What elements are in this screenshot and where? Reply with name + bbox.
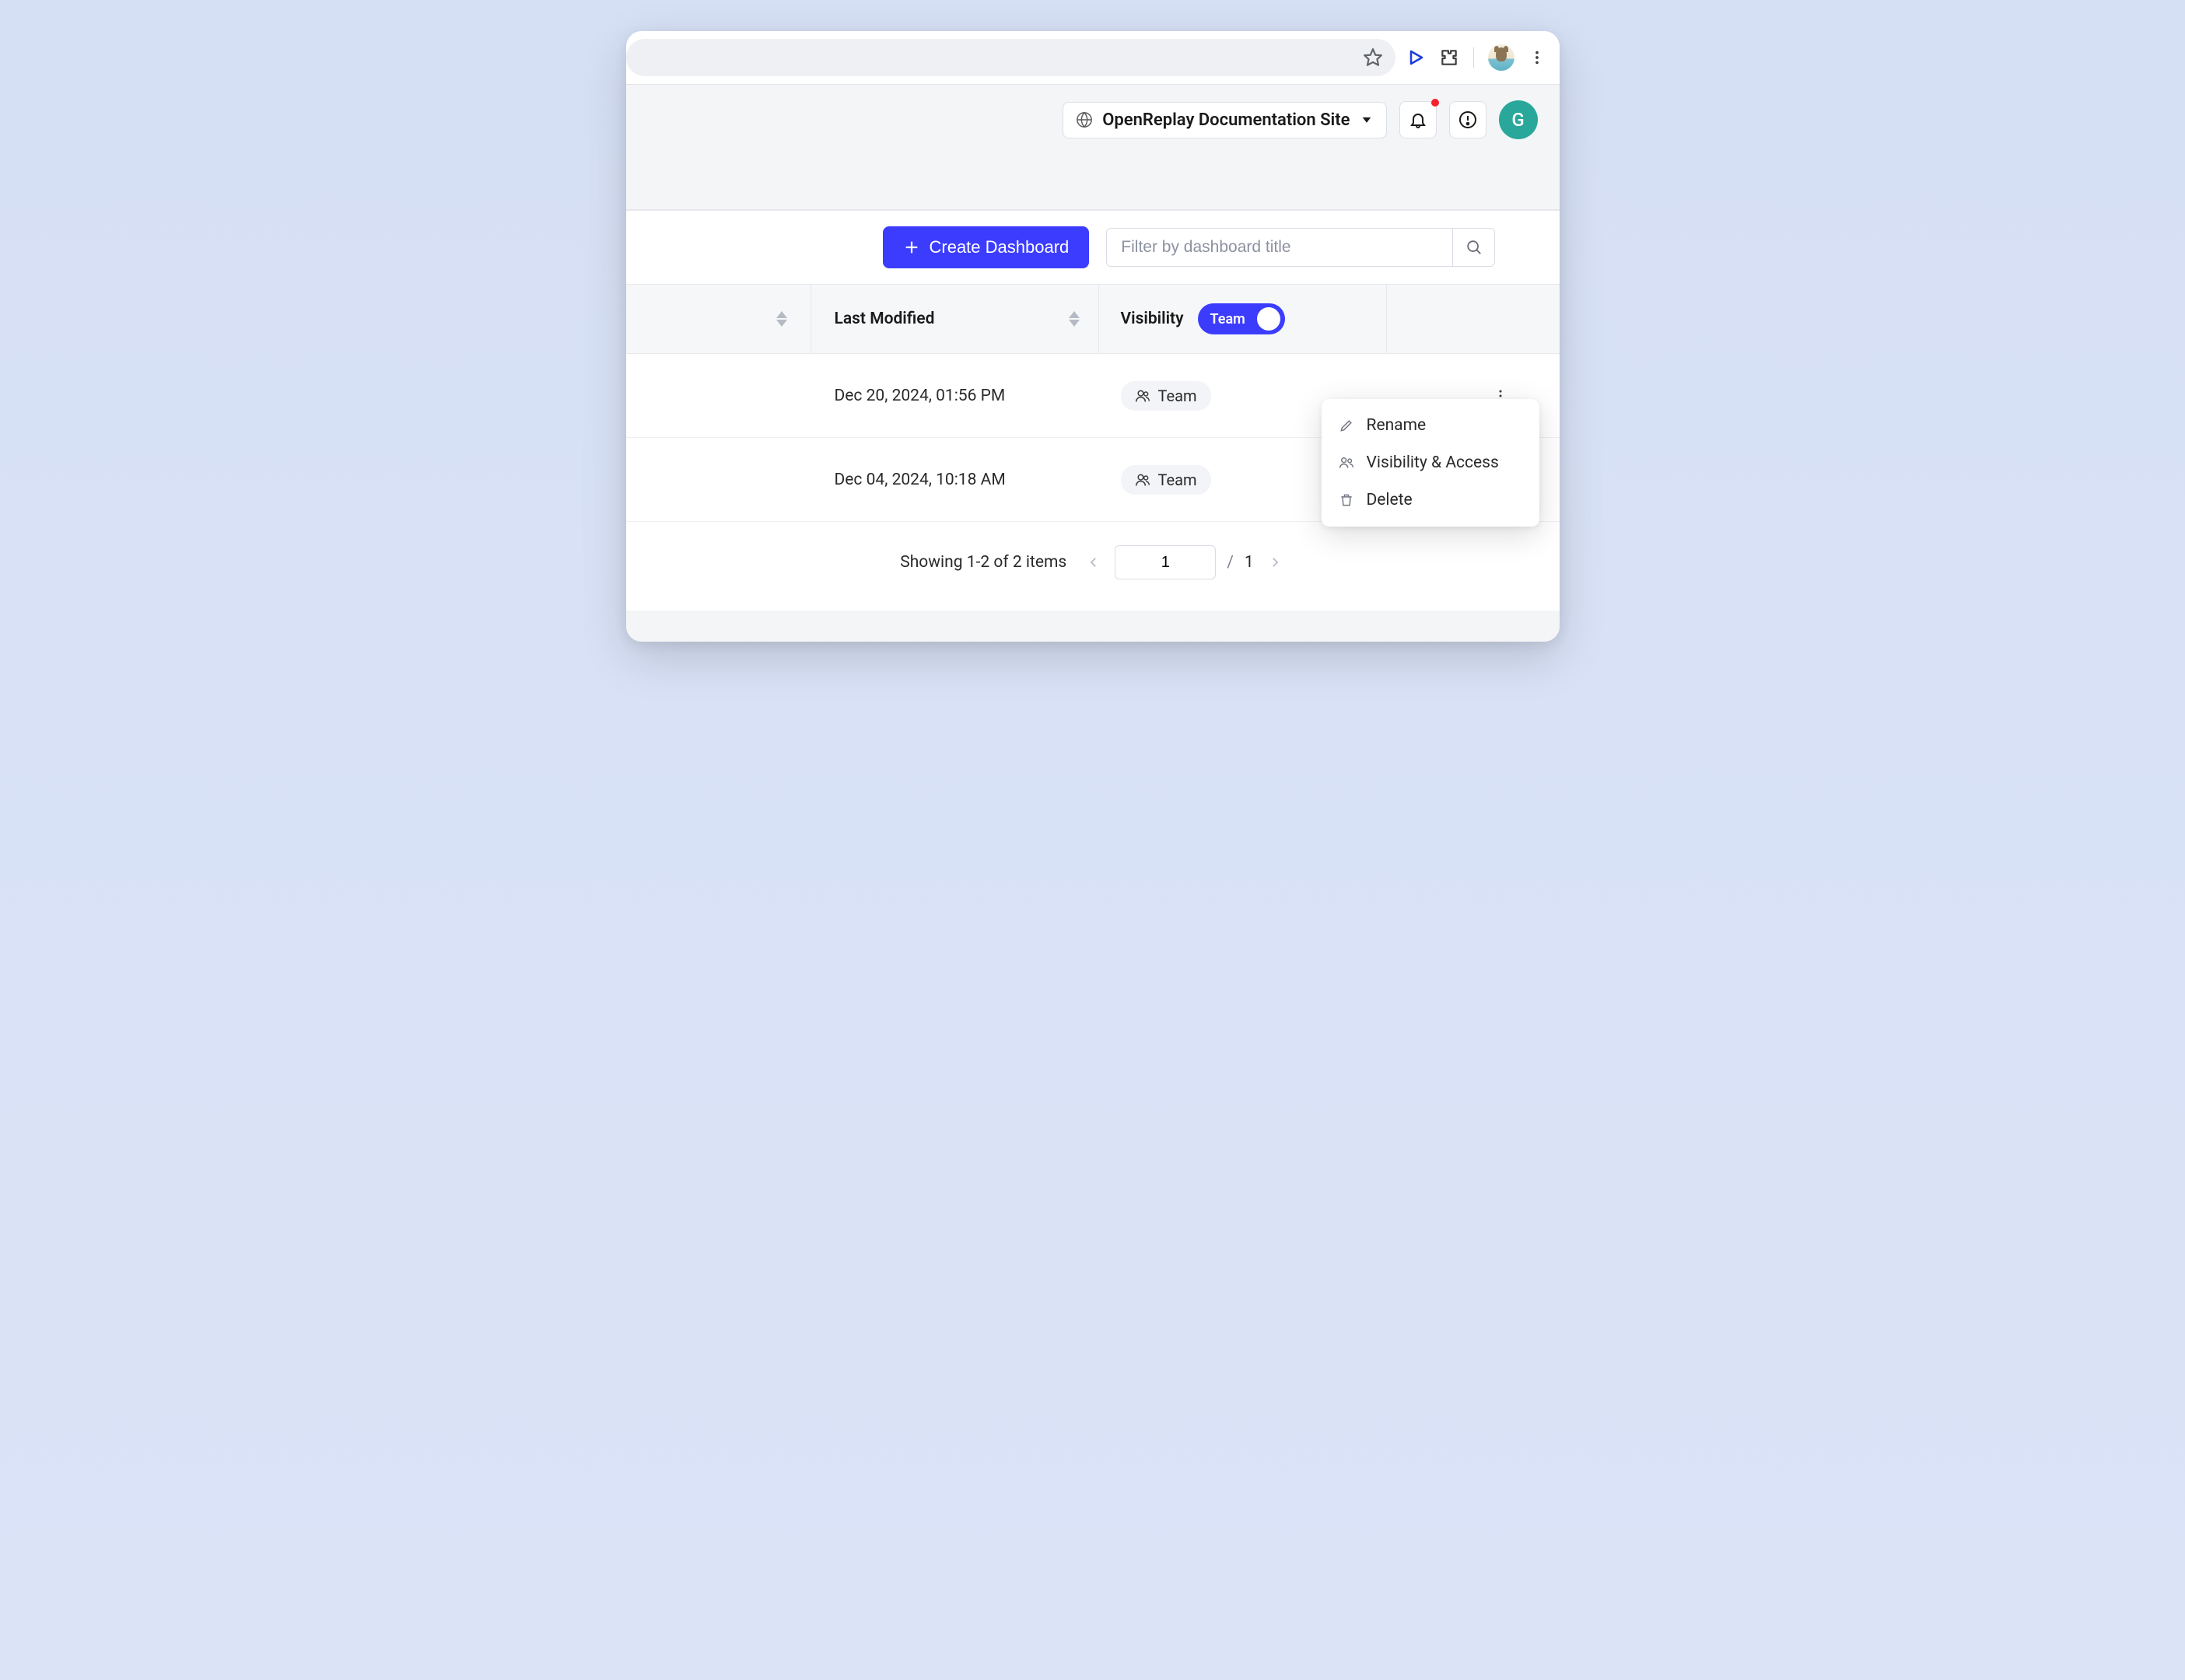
column-visibility: Visibility Team xyxy=(1099,285,1387,353)
browser-chrome xyxy=(626,31,1560,84)
pagination-summary: Showing 1-2 of 2 items xyxy=(900,553,1066,572)
plus-icon xyxy=(903,239,920,256)
column-last-modified-label: Last Modified xyxy=(835,310,935,328)
create-dashboard-label: Create Dashboard xyxy=(930,237,1070,257)
visibility-toggle[interactable]: Team xyxy=(1198,303,1285,334)
page-separator: / xyxy=(1227,553,1234,572)
visibility-badge: Team xyxy=(1121,465,1211,495)
help-button[interactable] xyxy=(1449,101,1486,138)
menu-visibility-label: Visibility & Access xyxy=(1367,453,1499,472)
omnibox[interactable] xyxy=(626,39,1395,76)
app-window: OpenReplay Documentation Site G xyxy=(626,31,1560,642)
page-prev-button[interactable] xyxy=(1084,552,1104,572)
search-input[interactable] xyxy=(1107,229,1452,266)
menu-delete-label: Delete xyxy=(1367,491,1413,509)
avatar-initial: G xyxy=(1511,109,1524,131)
notifications-button[interactable] xyxy=(1399,101,1437,138)
people-icon xyxy=(1339,455,1354,471)
project-name: OpenReplay Documentation Site xyxy=(1102,110,1350,130)
content-area: Create Dashboard Las xyxy=(626,210,1560,642)
menu-delete[interactable]: Delete xyxy=(1322,481,1539,519)
menu-visibility-access[interactable]: Visibility & Access xyxy=(1322,444,1539,481)
trash-icon xyxy=(1339,492,1354,508)
project-picker[interactable]: OpenReplay Documentation Site xyxy=(1063,102,1386,138)
sort-icon[interactable] xyxy=(776,311,787,327)
column-last-modified[interactable]: Last Modified xyxy=(811,285,1099,353)
team-icon xyxy=(1135,472,1150,488)
column-visibility-label: Visibility xyxy=(1121,310,1184,328)
sort-icon[interactable] xyxy=(1069,311,1080,327)
cell-last-modified: Dec 20, 2024, 01:56 PM xyxy=(811,387,1099,405)
visibility-badge-label: Team xyxy=(1158,387,1197,405)
app-header: OpenReplay Documentation Site G xyxy=(626,84,1560,210)
toolbar: Create Dashboard xyxy=(626,211,1560,284)
profile-avatar[interactable] xyxy=(1488,44,1514,71)
pagination: Showing 1-2 of 2 items / 1 xyxy=(626,522,1560,611)
globe-icon xyxy=(1076,111,1093,128)
caret-down-icon xyxy=(1360,113,1374,127)
notification-dot xyxy=(1431,99,1439,107)
team-icon xyxy=(1135,388,1150,404)
search-wrap xyxy=(1106,228,1495,267)
cell-last-modified: Dec 04, 2024, 10:18 AM xyxy=(811,471,1099,489)
page-total: 1 xyxy=(1245,553,1254,572)
toggle-label: Team xyxy=(1210,311,1245,327)
page-controls: / 1 xyxy=(1084,545,1284,579)
star-icon[interactable] xyxy=(1363,47,1383,68)
extension-icon[interactable] xyxy=(1439,47,1459,68)
page-next-button[interactable] xyxy=(1265,552,1285,572)
pencil-icon xyxy=(1339,418,1354,433)
create-dashboard-button[interactable]: Create Dashboard xyxy=(883,226,1090,268)
dashboards-card: Create Dashboard Las xyxy=(626,210,1560,611)
visibility-badge-label: Team xyxy=(1158,471,1197,489)
separator xyxy=(1473,47,1474,68)
visibility-badge: Team xyxy=(1121,381,1211,411)
menu-rename-label: Rename xyxy=(1367,416,1427,435)
table-header: Last Modified Visibility Team xyxy=(626,284,1560,354)
page-input[interactable] xyxy=(1115,545,1216,579)
table-row: Dec 20, 2024, 01:56 PM Team xyxy=(626,354,1560,438)
toggle-knob xyxy=(1257,307,1280,331)
menu-rename[interactable]: Rename xyxy=(1322,407,1539,444)
kebab-icon[interactable] xyxy=(1528,49,1546,66)
user-avatar[interactable]: G xyxy=(1499,100,1538,139)
play-icon[interactable] xyxy=(1406,48,1425,67)
row-context-menu: Rename Visibility & Access Delete xyxy=(1322,399,1539,527)
column-sort-blank xyxy=(648,285,811,353)
chrome-actions xyxy=(1406,44,1546,71)
search-button[interactable] xyxy=(1452,229,1494,266)
